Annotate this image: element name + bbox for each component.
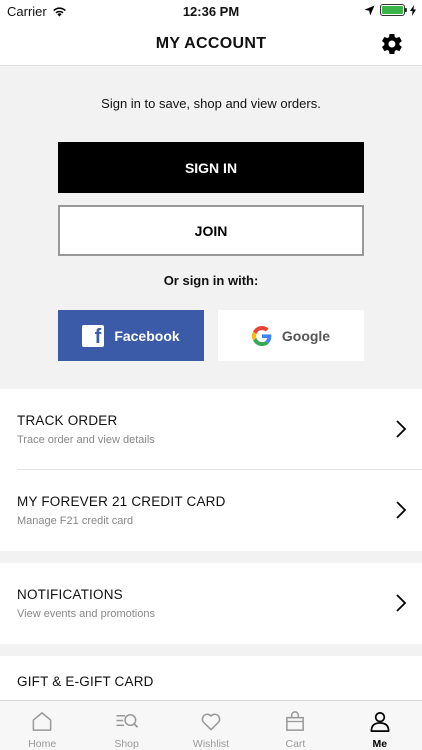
facebook-icon: f (82, 324, 105, 348)
gift-card-menu-group: GIFT & E-GIFT CARD (0, 656, 422, 700)
alt-signin-prompt: Or sign in with: (163, 273, 259, 288)
status-bar: Carrier 12:36 PM (0, 0, 422, 22)
tab-cart[interactable]: Cart (253, 701, 337, 750)
account-menu-group: TRACK ORDER Trace order and view details… (0, 389, 422, 551)
person-icon (370, 712, 390, 732)
navigation-bar: MY ACCOUNT (0, 22, 422, 66)
menu-item-title: MY FOREVER 21 CREDIT CARD (17, 494, 226, 509)
tab-label: Cart (285, 738, 306, 750)
menu-item-subtitle: Manage F21 credit card (17, 515, 134, 527)
join-label: JOIN (194, 222, 228, 239)
location-arrow-icon (364, 5, 375, 15)
heart-icon (201, 713, 221, 731)
notifications-menu-group: NOTIFICATIONS View events and promotions (0, 563, 422, 644)
menu-item-title: TRACK ORDER (17, 413, 118, 428)
sign-in-label: SIGN IN (184, 159, 238, 176)
battery-icon (380, 4, 407, 16)
chevron-right-icon (396, 501, 407, 519)
chevron-right-icon (396, 420, 407, 438)
tab-bar: Home Shop Wishlist Cart Me (0, 700, 422, 750)
facebook-label: Facebook (114, 327, 180, 344)
menu-item-track-order[interactable]: TRACK ORDER Trace order and view details (17, 389, 422, 470)
facebook-signin-button[interactable]: f Facebook (58, 310, 204, 361)
shop-search-icon (116, 714, 138, 728)
home-icon (32, 712, 52, 731)
menu-item-notifications[interactable]: NOTIFICATIONS View events and promotions (17, 563, 422, 644)
google-label: Google (281, 327, 331, 344)
sign-in-button[interactable]: SIGN IN (58, 142, 364, 193)
tab-label: Home (28, 738, 57, 750)
tab-label: Me (372, 738, 388, 750)
signin-prompt: Sign in to save, shop and view orders. (101, 96, 321, 111)
tab-label: Shop (114, 738, 139, 750)
signin-panel: Sign in to save, shop and view orders. S… (0, 66, 422, 389)
menu-item-title: GIFT & E-GIFT CARD (17, 674, 154, 689)
menu-item-subtitle: View events and promotions (17, 608, 155, 620)
tab-label: Wishlist (192, 738, 230, 750)
gear-icon[interactable] (380, 32, 404, 56)
menu-item-title: NOTIFICATIONS (17, 587, 123, 602)
tab-wishlist[interactable]: Wishlist (169, 701, 253, 750)
tab-home[interactable]: Home (0, 701, 84, 750)
tab-shop[interactable]: Shop (84, 701, 168, 750)
tab-me[interactable]: Me (338, 701, 422, 750)
google-icon (251, 325, 272, 346)
menu-item-subtitle: Trace order and view details (17, 434, 155, 446)
google-signin-button[interactable]: Google (218, 310, 364, 361)
page-title: MY ACCOUNT (155, 35, 267, 52)
join-button[interactable]: JOIN (58, 205, 364, 256)
bag-icon (286, 711, 305, 731)
status-right (364, 4, 416, 16)
chevron-right-icon (396, 594, 407, 612)
menu-item-credit-card[interactable]: MY FOREVER 21 CREDIT CARD Manage F21 cre… (17, 470, 422, 551)
status-time: 12:36 PM (182, 4, 240, 19)
menu-item-gift-card[interactable]: GIFT & E-GIFT CARD (17, 656, 422, 700)
charging-icon (410, 4, 416, 16)
